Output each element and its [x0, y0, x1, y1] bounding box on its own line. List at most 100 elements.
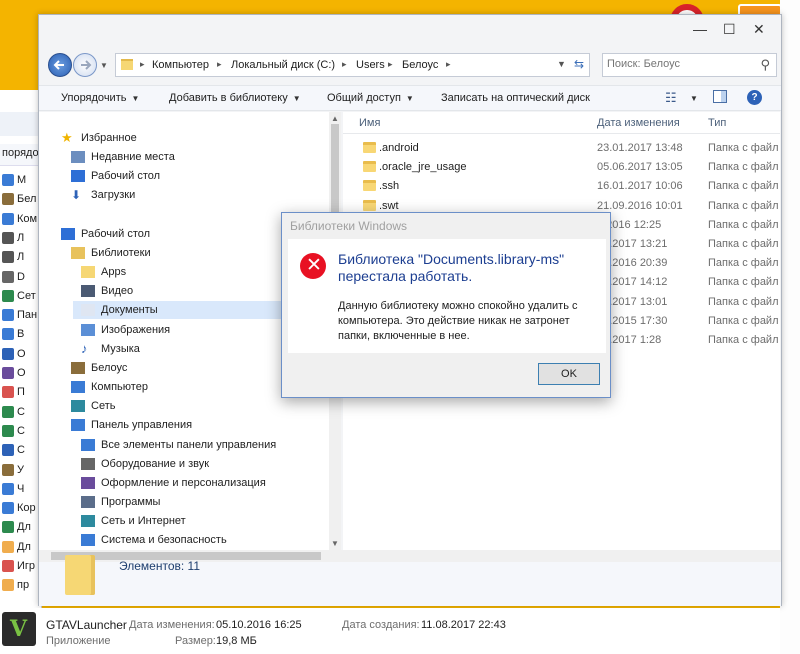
downloads-icon: ⬇ — [71, 188, 82, 202]
address-dropdown-icon[interactable]: ▼ — [557, 59, 566, 69]
selected-file-details: V GTAVLauncher Приложение Дата изменения… — [0, 608, 780, 654]
file-date: 16.01.2017 10:06 — [597, 180, 683, 193]
back-window-item-label: У — [17, 463, 24, 476]
add-library-label: Добавить в библиотеку — [169, 92, 288, 104]
breadcrumb-local-disk[interactable]: Локальный диск (C:) — [231, 59, 335, 71]
file-row[interactable]: .ssh 16.01.2017 10:06 Папка с файл — [343, 177, 780, 196]
network-icon — [71, 400, 85, 412]
breadcrumb-users[interactable]: Users — [356, 59, 385, 71]
column-name[interactable]: Имя — [359, 117, 380, 129]
nav-item[interactable]: Панель управления — [71, 416, 192, 434]
back-window-item-label: Дл — [17, 540, 31, 553]
item-icon — [2, 502, 14, 515]
nav-item[interactable]: Видео — [81, 282, 133, 300]
back-window-nav — [0, 112, 42, 136]
back-window-item-label: В — [17, 328, 25, 341]
back-button[interactable] — [48, 53, 72, 77]
app-icon-glyph: V — [10, 616, 28, 642]
nav-item[interactable]: Рабочий стол — [71, 167, 160, 185]
file-row[interactable]: .oracle_jre_usage 05.06.2017 13:05 Папка с… — [343, 158, 780, 177]
organize-label: Упорядочить — [61, 92, 127, 104]
view-options-icon[interactable]: ☷ — [665, 90, 677, 106]
back-window-item-label: Бел — [17, 193, 37, 206]
item-icon — [2, 347, 14, 360]
folder-icon — [65, 555, 95, 595]
back-window-item-label: Игр — [17, 560, 36, 572]
command-bar: Упорядочить ▼ Добавить в библиотеку ▼ Общи… — [39, 85, 781, 111]
nav-item[interactable]: Изображения — [81, 321, 170, 339]
nav-item-label: Документы — [101, 304, 158, 316]
nav-item[interactable]: ♪ Музыка — [81, 340, 140, 358]
burn-button[interactable]: Записать на оптический диск — [441, 92, 590, 104]
nav-item[interactable]: Система и безопасность — [81, 531, 227, 549]
breadcrumb-computer[interactable]: Компьютер — [152, 59, 209, 71]
back-window-item: Игр — [2, 560, 42, 578]
item-icon — [2, 540, 14, 553]
help-icon[interactable]: ? — [747, 90, 762, 105]
search-box[interactable]: ⚲ — [602, 53, 777, 77]
app-icon: V — [2, 612, 36, 646]
back-window-item: С — [2, 425, 42, 443]
forward-button[interactable] — [73, 53, 97, 77]
back-window-item: Кор — [2, 502, 42, 520]
column-type[interactable]: Тип — [708, 117, 726, 129]
chevron-down-icon: ▼ — [292, 94, 301, 103]
close-button[interactable]: ✕ — [753, 21, 765, 38]
nav-item-label: Загрузки — [91, 189, 136, 201]
scroll-down-icon[interactable]: ▼ — [331, 539, 339, 548]
nav-item[interactable]: Белоус — [71, 359, 127, 377]
nav-item-label: Система и безопасность — [101, 534, 227, 546]
control-panel-icon — [81, 439, 95, 451]
back-window-item: У — [2, 464, 42, 482]
search-icon[interactable]: ⚲ — [760, 57, 770, 73]
nav-item[interactable]: Все элементы панели управления — [81, 436, 276, 454]
back-window-item-label: С — [17, 444, 25, 457]
control-panel-icon — [71, 419, 85, 431]
dialog-message: Данную библиотеку можно спокойно удалить… — [338, 300, 578, 342]
folder-icon — [121, 59, 133, 70]
scroll-up-icon[interactable]: ▲ — [331, 114, 339, 123]
breadcrumb-arrow-icon: ▸ — [140, 59, 145, 69]
nav-item-label: Видео — [101, 285, 134, 297]
search-input[interactable] — [607, 58, 747, 70]
view-dropdown-icon[interactable]: ▼ — [685, 92, 698, 104]
nav-item[interactable]: ★ Избранное — [61, 129, 137, 147]
share-menu[interactable]: Общий доступ ▼ — [327, 92, 414, 104]
nav-item[interactable]: Рабочий стол — [61, 225, 150, 243]
back-arrow-icon — [53, 60, 64, 70]
ok-button[interactable]: OK — [538, 363, 600, 385]
nav-item[interactable]: Компьютер — [71, 378, 148, 396]
nav-item[interactable]: Оформление и персонализация — [81, 474, 266, 492]
back-window-item: О — [2, 367, 42, 385]
nav-item[interactable]: Сеть и Интернет — [81, 512, 186, 530]
item-icon — [2, 212, 14, 225]
nav-item[interactable]: Оборудование и звук — [81, 455, 209, 473]
video-icon — [81, 285, 95, 297]
desktop-edge — [780, 0, 800, 654]
nav-item[interactable]: Apps — [81, 263, 126, 281]
back-window-item: Бел — [2, 193, 42, 211]
file-row[interactable]: .android 23.01.2017 13:48 Папка с файл — [343, 139, 780, 158]
nav-item[interactable]: Сеть — [71, 397, 115, 415]
item-icon — [2, 251, 14, 264]
dialog-heading: Библиотека "Documents.library-ms" перест… — [338, 251, 565, 284]
breadcrumb-user[interactable]: Белоус — [402, 59, 438, 71]
back-window-item: М — [2, 174, 42, 192]
history-dropdown-icon[interactable]: ▼ — [100, 61, 108, 70]
nav-item[interactable]: Программы — [81, 493, 160, 511]
preview-pane-icon[interactable] — [713, 90, 727, 103]
nav-item[interactable]: Недавние места — [71, 148, 175, 166]
breadcrumb[interactable]: ▸ Компьютер ▸ Локальный диск (C:) ▸ User… — [115, 53, 590, 77]
back-window-item-label: Ком — [17, 212, 38, 225]
nav-item[interactable]: ⬇ Загрузки — [71, 186, 135, 204]
nav-item[interactable]: Библиотеки — [71, 244, 151, 262]
file-type: Папка с файл — [708, 199, 779, 212]
minimize-button[interactable]: — — [693, 21, 707, 37]
refresh-icon[interactable]: ⇆ — [574, 57, 584, 71]
add-to-library-menu[interactable]: Добавить в библиотеку ▼ — [169, 92, 301, 104]
organize-menu[interactable]: Упорядочить ▼ — [61, 92, 139, 104]
maximize-button[interactable]: ☐ — [723, 21, 736, 38]
back-window-item: С — [2, 406, 42, 424]
share-label: Общий доступ — [327, 92, 401, 104]
column-date[interactable]: Дата изменения — [597, 117, 680, 129]
